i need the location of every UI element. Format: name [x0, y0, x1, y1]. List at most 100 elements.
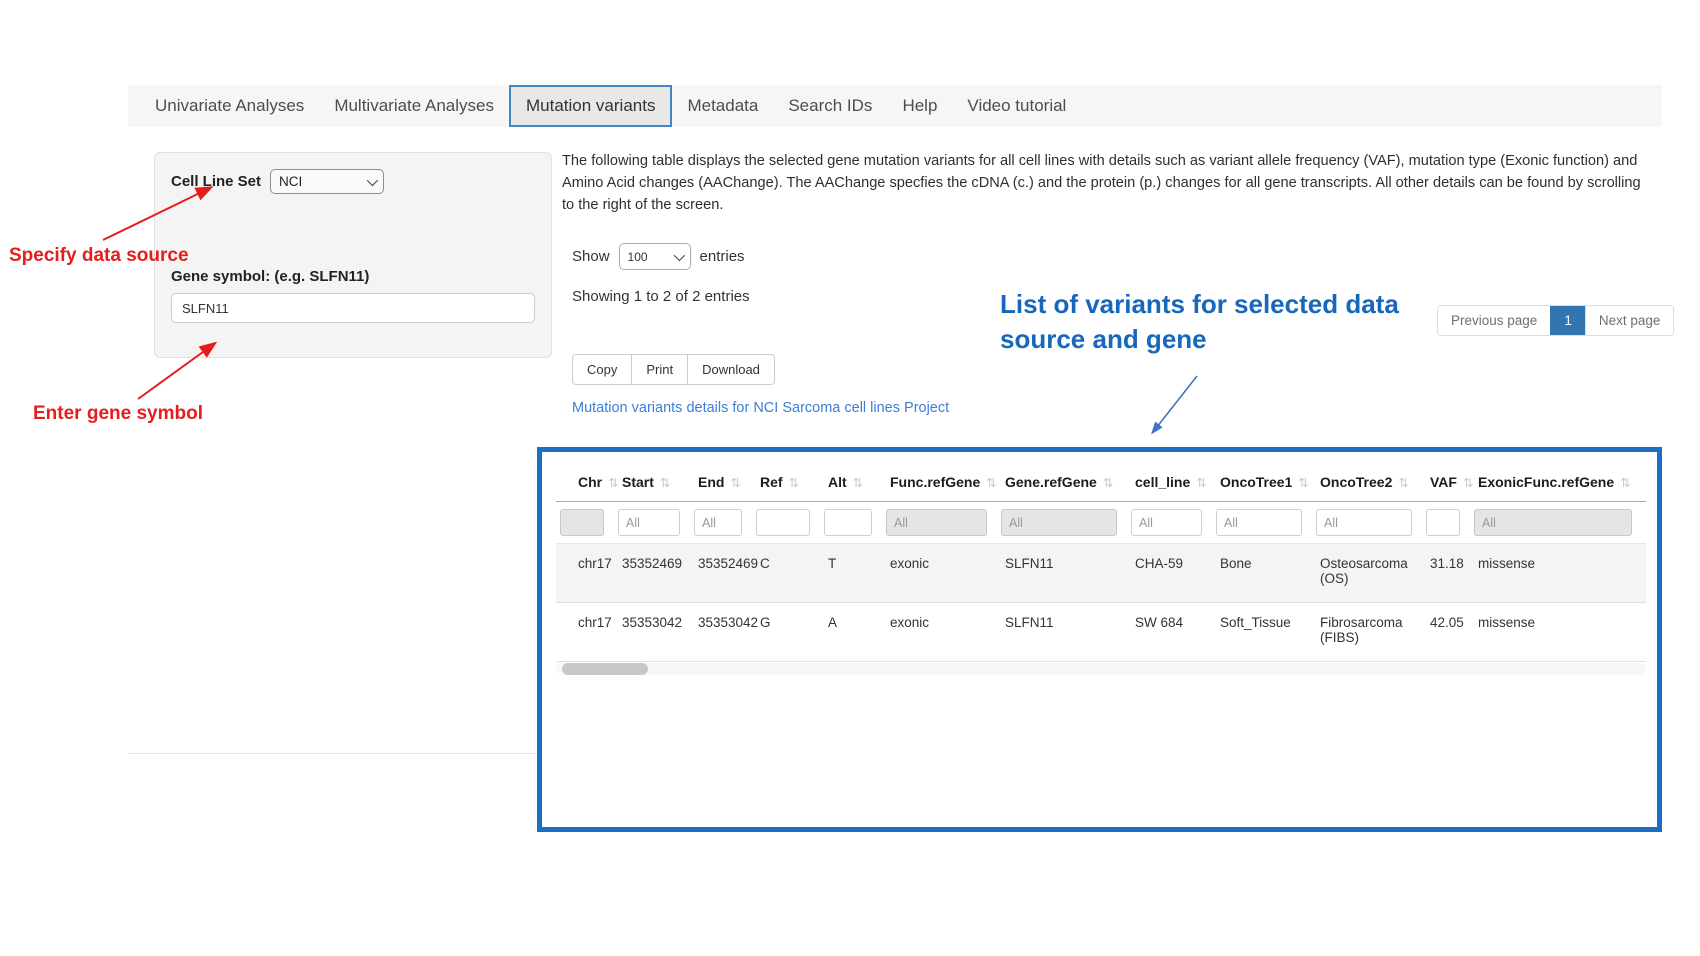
table-cell: 31.18 — [1426, 544, 1474, 603]
tab-multivariate-analyses[interactable]: Multivariate Analyses — [319, 85, 509, 127]
column-label: OncoTree2 — [1320, 474, 1392, 490]
pagination: Previous page 1 Next page — [1437, 305, 1674, 336]
horizontal-scrollbar-track[interactable] — [556, 663, 1646, 675]
print-button[interactable]: Print — [632, 354, 688, 385]
next-page-button[interactable]: Next page — [1585, 306, 1674, 335]
sort-icon: ⇅ — [1620, 476, 1630, 490]
table-cell: missense — [1474, 603, 1646, 662]
column-label: ExonicFunc.refGene — [1478, 474, 1614, 490]
table-cell: 35352469 — [618, 544, 694, 603]
column-header-vaf[interactable]: VAF⇅ — [1426, 460, 1474, 502]
column-filter-chr[interactable] — [560, 509, 604, 536]
sort-icon: ⇅ — [986, 476, 996, 490]
table-title-link[interactable]: Mutation variants details for NCI Sarcom… — [572, 400, 949, 416]
export-button-group: CopyPrintDownload — [572, 354, 775, 385]
column-header-start[interactable]: Start⇅ — [618, 460, 694, 502]
column-filter-oncotree1[interactable] — [1216, 509, 1302, 536]
results-count: Showing 1 to 2 of 2 entries — [572, 288, 750, 305]
cell-line-set-value: NCI — [279, 174, 302, 189]
tab-mutation-variants[interactable]: Mutation variants — [509, 85, 672, 127]
column-header-alt[interactable]: Alt⇅ — [824, 460, 886, 502]
sort-icon: ⇅ — [853, 476, 863, 490]
column-filter-alt[interactable] — [824, 509, 872, 536]
filter-cell — [1001, 502, 1131, 544]
column-header-cell-line[interactable]: cell_line⇅ — [1131, 460, 1216, 502]
filter-cell — [824, 502, 886, 544]
table-cell: Bone — [1216, 544, 1316, 603]
column-header-oncotree2[interactable]: OncoTree2 ⇅ — [1316, 460, 1426, 502]
table-row[interactable]: chr173535304235353042GAexonicSLFN11SW 68… — [556, 603, 1646, 662]
previous-page-button[interactable]: Previous page — [1438, 306, 1550, 335]
column-header-ref[interactable]: Ref⇅ — [756, 460, 824, 502]
page-1-button[interactable]: 1 — [1550, 306, 1585, 335]
page-length-select[interactable]: 100 — [619, 243, 691, 270]
annotation-specify-data-source: Specify data source — [9, 245, 189, 267]
sort-icon: ⇅ — [1103, 476, 1113, 490]
tab-search-ids[interactable]: Search IDs — [773, 85, 887, 127]
tab-video-tutorial[interactable]: Video tutorial — [952, 85, 1081, 127]
table-description: The following table displays the selecte… — [562, 150, 1650, 217]
variants-panel: Chr⇅Start⇅End⇅Ref⇅Alt⇅Func.refGene⇅Gene.… — [537, 447, 1662, 832]
column-filter-ref[interactable] — [756, 509, 810, 536]
table-cell: CHA-59 — [1131, 544, 1216, 603]
column-header-exonicfunc-refgene[interactable]: ExonicFunc.refGene ⇅ — [1474, 460, 1646, 502]
page-length-control: Show 100 entries — [572, 243, 745, 270]
sort-icon: ⇅ — [730, 476, 740, 490]
column-filter-cell-line[interactable] — [1131, 509, 1202, 536]
column-header-func-refgene[interactable]: Func.refGene ⇅ — [886, 460, 1001, 502]
column-header-gene-refgene[interactable]: Gene.refGene⇅ — [1001, 460, 1131, 502]
horizontal-scrollbar-thumb[interactable] — [562, 663, 648, 675]
sort-icon: ⇅ — [1298, 476, 1308, 490]
variants-table: Chr⇅Start⇅End⇅Ref⇅Alt⇅Func.refGene⇅Gene.… — [556, 460, 1646, 662]
tab-help[interactable]: Help — [887, 85, 952, 127]
column-label: Func.refGene — [890, 474, 980, 490]
column-header-chr[interactable]: Chr⇅ — [556, 460, 618, 502]
app: { "nav": { "tabs": [ {"label": "Univaria… — [0, 0, 1700, 956]
filter-cell — [694, 502, 756, 544]
column-filter-start[interactable] — [618, 509, 680, 536]
cell-line-set-row: Cell Line Set NCI — [171, 169, 535, 194]
filter-cell — [1474, 502, 1646, 544]
table-cell: C — [756, 544, 824, 603]
annotation-line-1: List of variants for selected data — [1000, 287, 1399, 322]
table-cell: Soft_Tissue — [1216, 603, 1316, 662]
gene-symbol-input[interactable] — [171, 293, 535, 323]
cell-line-set-select[interactable]: NCI — [270, 169, 384, 194]
column-filter-oncotree2[interactable] — [1316, 509, 1412, 536]
filter-cell — [756, 502, 824, 544]
tab-metadata[interactable]: Metadata — [672, 85, 773, 127]
table-cell: exonic — [886, 544, 1001, 603]
table-row[interactable]: chr173535246935352469CTexonicSLFN11CHA-5… — [556, 544, 1646, 603]
column-label: OncoTree1 — [1220, 474, 1292, 490]
column-filter-gene-refgene[interactable] — [1001, 509, 1117, 536]
annotation-enter-gene-symbol: Enter gene symbol — [33, 403, 203, 425]
column-header-end[interactable]: End⇅ — [694, 460, 756, 502]
header-row: Chr⇅Start⇅End⇅Ref⇅Alt⇅Func.refGene⇅Gene.… — [556, 460, 1646, 502]
tab-univariate-analyses[interactable]: Univariate Analyses — [140, 85, 319, 127]
table-cell: 35352469 — [694, 544, 756, 603]
column-filter-func-refgene[interactable] — [886, 509, 987, 536]
table-cell: missense — [1474, 544, 1646, 603]
table-cell: SLFN11 — [1001, 603, 1131, 662]
table-body: chr173535246935352469CTexonicSLFN11CHA-5… — [556, 544, 1646, 662]
sort-icon: ⇅ — [608, 476, 618, 490]
column-header-oncotree1[interactable]: OncoTree1 ⇅ — [1216, 460, 1316, 502]
column-filter-exonicfunc-refgene[interactable] — [1474, 509, 1632, 536]
filter-row — [556, 502, 1646, 544]
filter-cell — [886, 502, 1001, 544]
table-cell: G — [756, 603, 824, 662]
blue-arrow-to-table — [1153, 376, 1197, 432]
table-cell: 35353042 — [618, 603, 694, 662]
column-filter-vaf[interactable] — [1426, 509, 1460, 536]
table-cell: SLFN11 — [1001, 544, 1131, 603]
sidebar-well: Cell Line Set NCI Gene symbol: (e.g. SLF… — [154, 152, 552, 358]
sort-icon: ⇅ — [1398, 476, 1408, 490]
column-label: Ref — [760, 474, 783, 490]
download-button[interactable]: Download — [688, 354, 775, 385]
column-filter-end[interactable] — [694, 509, 742, 536]
annotation-line-2: source and gene — [1000, 322, 1399, 357]
copy-button[interactable]: Copy — [572, 354, 632, 385]
table-cell: Osteosarcoma (OS) — [1316, 544, 1426, 603]
filter-cell — [1131, 502, 1216, 544]
column-label: Start — [622, 474, 654, 490]
